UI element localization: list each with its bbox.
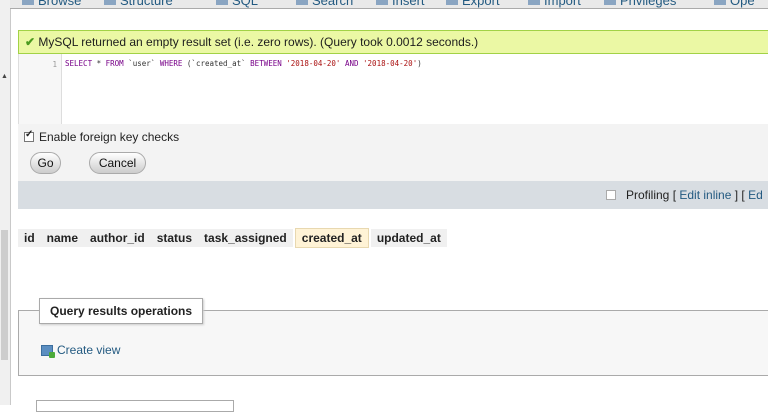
tab-import[interactable]: Import xyxy=(528,0,581,8)
scrollbar-thumb[interactable] xyxy=(1,230,8,360)
line-number-gutter: 1 xyxy=(19,54,62,124)
tab-export[interactable]: Export xyxy=(446,0,500,8)
profiling-bar: Profiling [ Edit inline ] [ Ed xyxy=(18,181,768,209)
column-header-id[interactable]: id xyxy=(18,229,41,247)
success-message-text: MySQL returned an empty result set (i.e.… xyxy=(38,35,479,49)
profiling-label: Profiling xyxy=(626,188,670,202)
sql-keyword: AND xyxy=(344,59,359,68)
tab-structure[interactable]: Structure xyxy=(104,0,173,8)
sql-keyword: SELECT xyxy=(65,59,93,68)
tab-privileges[interactable]: Privileges xyxy=(604,0,676,8)
edit-link[interactable]: Ed xyxy=(748,188,763,202)
scroll-up-arrow-icon[interactable]: ▲ xyxy=(1,73,8,80)
sql-keyword: FROM xyxy=(105,59,124,68)
foreign-key-label: Enable foreign key checks xyxy=(39,130,180,144)
sql-token: ) xyxy=(417,59,422,68)
next-fieldset-legend xyxy=(36,400,234,412)
tab-sql[interactable]: SQL xyxy=(216,0,258,8)
bracket-text: ] [ xyxy=(731,188,749,202)
sql-icon xyxy=(216,0,228,5)
sql-token: `user` xyxy=(123,59,160,68)
line-number: 1 xyxy=(52,60,57,69)
table-icon xyxy=(22,0,34,5)
operations-icon xyxy=(714,0,726,5)
column-header-status[interactable]: status xyxy=(150,229,199,247)
sql-token: (`created_at` xyxy=(182,59,251,68)
column-header-name[interactable]: name xyxy=(40,229,85,247)
cancel-button[interactable]: Cancel xyxy=(89,152,146,174)
foreign-key-checkbox[interactable] xyxy=(24,129,34,142)
go-button[interactable]: Go xyxy=(30,152,61,174)
sql-keyword: WHERE xyxy=(159,59,183,68)
sql-keyword: BETWEEN xyxy=(250,59,282,68)
edit-inline-link[interactable]: Edit inline xyxy=(679,188,731,202)
create-view-item[interactable]: Create view xyxy=(41,343,120,358)
query-results-operations: Query results operations Create view xyxy=(18,298,768,376)
column-header-author-id[interactable]: author_id xyxy=(84,229,151,247)
privileges-icon xyxy=(604,0,616,5)
sql-string: '2018-04-20' xyxy=(286,59,341,68)
insert-icon xyxy=(376,0,388,5)
tab-operations[interactable]: Ope xyxy=(714,0,755,8)
import-icon xyxy=(528,0,540,5)
sql-query-text[interactable]: SELECT * FROM `user` WHERE (`created_at`… xyxy=(65,59,422,68)
profiling-checkbox[interactable] xyxy=(606,190,616,200)
sql-token: * xyxy=(92,59,106,68)
column-header-task-assigned[interactable]: task_assigned xyxy=(198,229,293,247)
sql-string: '2018-04-20' xyxy=(363,59,418,68)
profiling-controls: Profiling [ Edit inline ] [ Ed xyxy=(606,188,763,202)
tab-insert[interactable]: Insert xyxy=(376,0,425,8)
create-view-link[interactable]: Create view xyxy=(57,343,120,357)
column-header-created-at[interactable]: created_at xyxy=(294,228,369,248)
create-view-icon xyxy=(41,344,55,358)
query-options-panel: Enable foreign key checks Go Cancel xyxy=(18,124,768,181)
tab-browse[interactable]: Browse xyxy=(22,0,81,8)
column-header-updated-at[interactable]: updated_at xyxy=(370,229,447,247)
success-message: ✔ MySQL returned an empty result set (i.… xyxy=(18,30,768,54)
structure-icon xyxy=(104,0,116,5)
result-column-headers: id name author_id status task_assigned c… xyxy=(18,228,447,248)
tab-bar: Browse Structure SQL Search Insert Expor… xyxy=(10,0,768,9)
sql-editor[interactable]: 1 SELECT * FROM `user` WHERE (`created_a… xyxy=(18,54,768,124)
operations-legend: Query results operations xyxy=(39,298,204,324)
search-icon xyxy=(296,0,308,5)
export-icon xyxy=(446,0,458,5)
success-check-icon: ✔ xyxy=(25,35,36,49)
left-scrollbar[interactable]: ▲ xyxy=(0,0,11,405)
foreign-key-checks-option[interactable]: Enable foreign key checks xyxy=(24,129,180,144)
tab-search[interactable]: Search xyxy=(296,0,353,8)
bracket-text: [ xyxy=(669,188,680,202)
